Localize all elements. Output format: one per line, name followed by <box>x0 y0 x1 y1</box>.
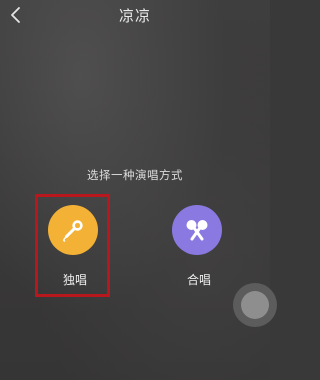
assistive-touch-button[interactable] <box>233 283 277 327</box>
two-microphones-icon <box>186 220 208 241</box>
solo-button[interactable] <box>48 205 98 255</box>
chorus-option[interactable]: 合唱 <box>164 200 234 295</box>
top-bar: 凉凉 <box>0 0 270 34</box>
microphone-icon <box>63 220 83 242</box>
chorus-button[interactable] <box>172 205 222 255</box>
solo-option[interactable]: 独唱 <box>40 200 110 295</box>
assistive-touch-icon <box>241 291 269 319</box>
solo-label: 独唱 <box>62 273 87 287</box>
chorus-label: 合唱 <box>186 273 211 287</box>
singing-mode-prompt: 选择一种演唱方式 <box>87 168 183 182</box>
page-title: 凉凉 <box>118 7 151 25</box>
background <box>0 0 270 380</box>
